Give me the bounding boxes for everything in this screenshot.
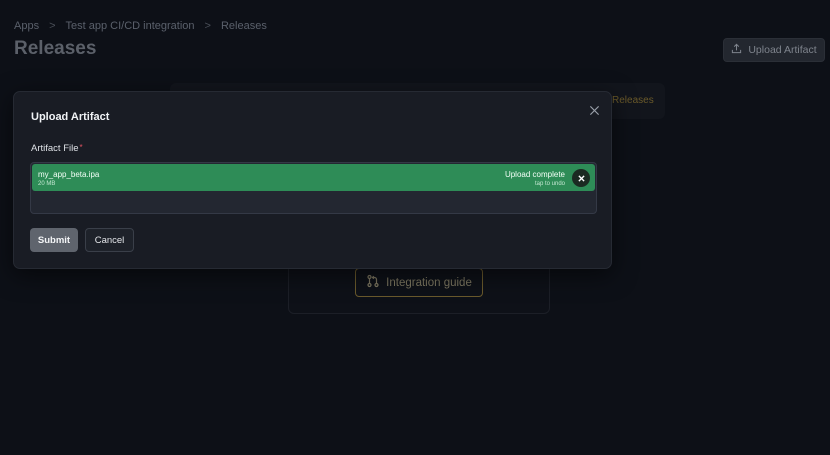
breadcrumb-item-app[interactable]: Test app CI/CD integration [66,20,195,32]
upload-status: Upload complete [504,170,565,179]
uploaded-file-item: my_app_beta.ipa 20 MB Upload complete ta… [32,164,595,191]
breadcrumb-item-apps[interactable]: Apps [14,20,39,32]
page: Apps > Test app CI/CD integration > Rele… [0,0,830,455]
breadcrumb: Apps > Test app CI/CD integration > Rele… [14,20,267,32]
upload-artifact-button[interactable]: Upload Artifact [723,38,825,62]
artifact-file-label: Artifact File* [31,143,83,154]
upload-artifact-label: Upload Artifact [748,44,817,56]
integration-guide-label: Integration guide [386,276,472,289]
required-marker: * [79,143,83,152]
integration-guide-button[interactable]: Integration guide [355,268,483,297]
upload-artifact-modal: Upload Artifact Artifact File* my_app_be… [13,91,612,269]
page-title: Releases [14,38,97,59]
upload-icon [731,43,742,57]
undo-hint: tap to undo [534,181,565,187]
close-button[interactable] [586,104,602,120]
file-size: 20 MB [38,181,56,187]
cancel-button[interactable]: Cancel [85,228,134,252]
breadcrumb-item-releases[interactable]: Releases [221,20,267,32]
close-icon [589,103,600,121]
releases-link[interactable]: Releases [612,95,654,106]
modal-title: Upload Artifact [31,111,110,123]
undo-x-icon [577,169,585,187]
undo-upload-button[interactable] [572,169,590,187]
file-name: my_app_beta.ipa [38,170,100,179]
file-dropzone[interactable]: my_app_beta.ipa 20 MB Upload complete ta… [30,162,597,214]
artifact-file-label-text: Artifact File [31,143,79,154]
git-pull-request-icon [366,274,380,291]
submit-button[interactable]: Submit [30,228,78,252]
breadcrumb-separator: > [204,20,211,32]
breadcrumb-separator: > [49,20,56,32]
